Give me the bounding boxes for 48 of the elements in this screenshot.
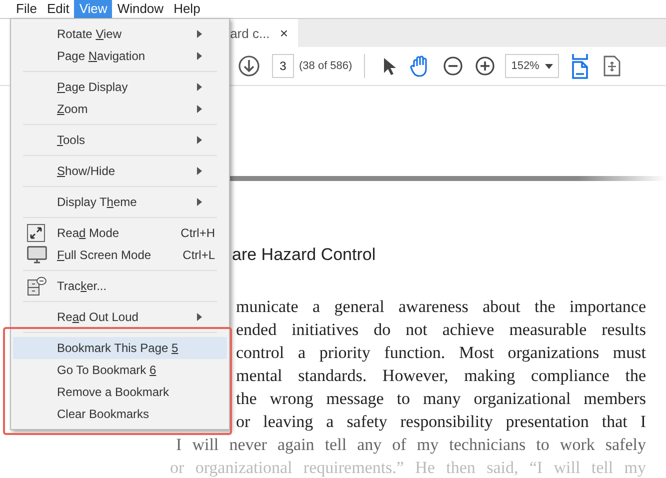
submenu-arrow-icon: [197, 198, 202, 206]
menu-item[interactable]: Rotate View: [13, 23, 227, 45]
text-line: the wrong message to many organizational members: [236, 388, 646, 410]
submenu-arrow-icon: [197, 136, 202, 144]
menu-bar-item[interactable]: Window: [112, 0, 169, 18]
page-number-field[interactable]: 3: [272, 54, 294, 78]
page-count: (38 of 586): [299, 60, 352, 72]
zoom-in-icon[interactable]: [475, 56, 496, 76]
menu-item[interactable]: Show/Hide: [13, 160, 227, 182]
fit-page-icon[interactable]: [571, 53, 590, 79]
zoom-out-icon[interactable]: [443, 56, 464, 76]
shortcut-text: Ctrl+H: [180, 226, 215, 240]
menu-item[interactable]: Clear Bookmarks: [13, 403, 227, 425]
text-line: municate a general awareness about the importance: [236, 296, 646, 318]
menu-item[interactable]: Page Navigation: [13, 45, 227, 67]
zoom-dropdown[interactable]: 152%: [505, 54, 560, 78]
menu-item[interactable]: Read Mode Ctrl+H: [13, 222, 227, 244]
shortcut-text: Ctrl+L: [182, 248, 215, 262]
text-line: or organizational requirements.” He then said, “I will tell my: [170, 457, 646, 478]
menu-item[interactable]: Read Out Loud: [13, 306, 227, 328]
text-line: I will never again tell any of my technicians to work safely: [176, 434, 646, 456]
document-heading: are Hazard Control: [232, 245, 377, 266]
menu-item[interactable]: Zoom: [13, 98, 227, 120]
submenu-arrow-icon: [197, 52, 202, 60]
menu-bar-item[interactable]: File: [11, 0, 42, 18]
menu-item[interactable]: Full Screen Mode Ctrl+L: [13, 244, 227, 266]
submenu-arrow-icon: [197, 313, 202, 321]
text-line: ended initiatives do not achieve measurable results: [236, 319, 646, 341]
menu-item[interactable]: Bookmark This Page 5: [13, 337, 227, 359]
cursor-icon[interactable]: [381, 56, 398, 76]
menu-bar-item[interactable]: Edit: [42, 0, 74, 18]
page-icon[interactable]: [603, 55, 622, 77]
menu-item[interactable]: Remove a Bookmark: [13, 381, 227, 403]
menu-bar-item[interactable]: Help: [168, 0, 206, 18]
submenu-arrow-icon: [197, 83, 202, 91]
menu-item[interactable]: Tracker...: [13, 275, 227, 297]
close-button[interactable]: ×: [280, 25, 288, 41]
menu-item[interactable]: Page Display: [13, 76, 227, 98]
menu-item[interactable]: Display Theme: [13, 191, 227, 213]
caret-icon: [545, 64, 554, 68]
menu-item[interactable]: Go To Bookmark 6: [13, 359, 227, 381]
submenu-arrow-icon: [197, 167, 202, 175]
text-line: control a priority function. Most organizations must: [236, 342, 646, 364]
menu-item[interactable]: Tools: [13, 129, 227, 151]
submenu-arrow-icon: [197, 30, 202, 38]
text-line: mental standards. However, making compliance the: [236, 365, 646, 387]
submenu-arrow-icon: [197, 105, 202, 113]
text-line: or leaving a safety responsibility presentation that I: [236, 411, 646, 433]
